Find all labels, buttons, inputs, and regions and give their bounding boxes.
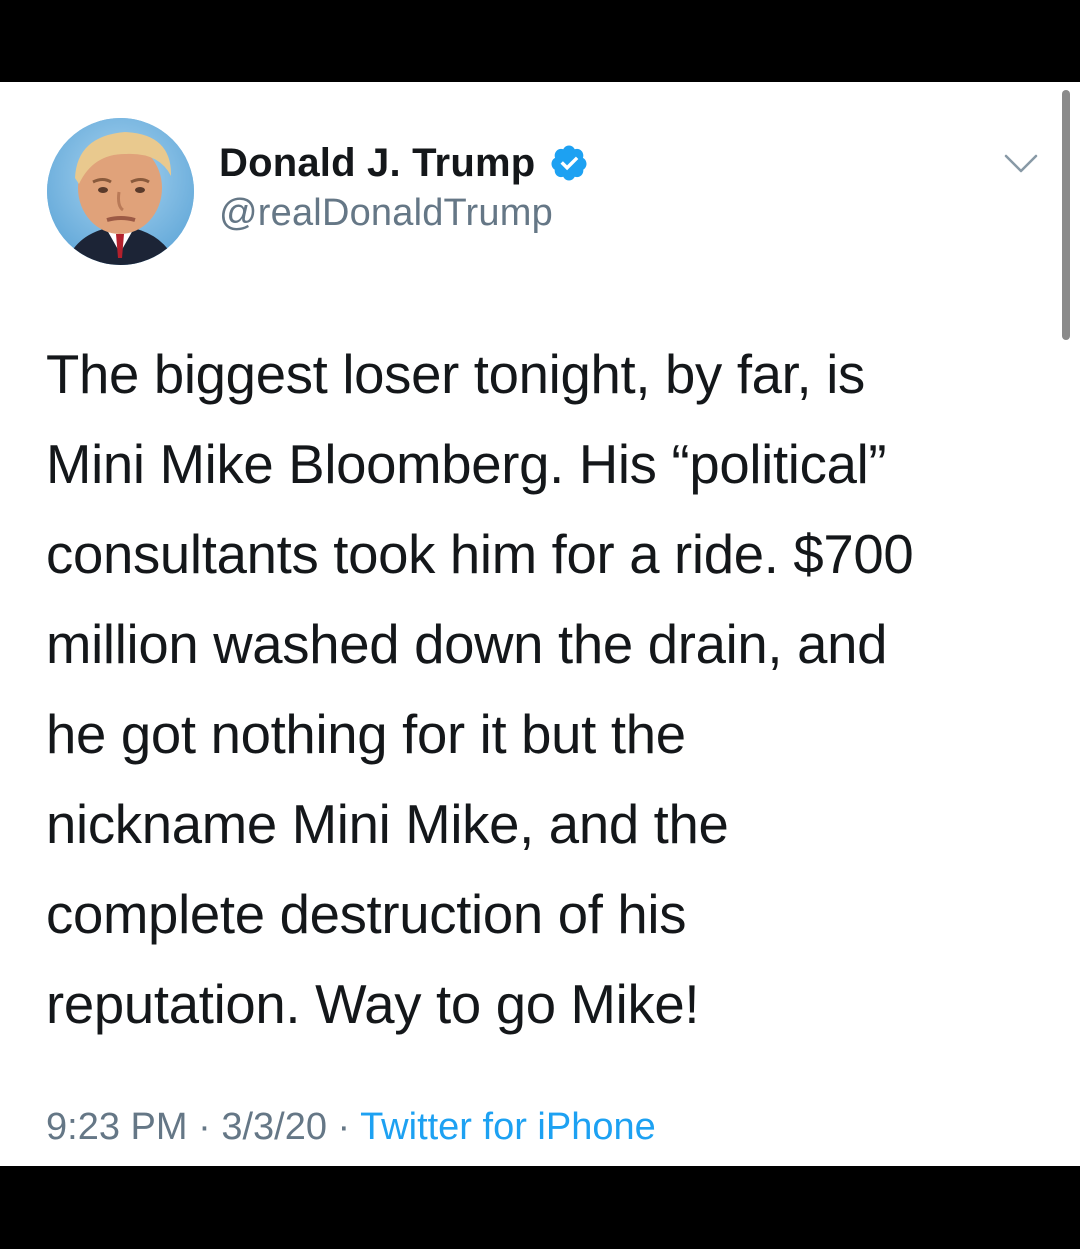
display-name[interactable]: Donald J. Trump (219, 141, 535, 186)
author-name-row[interactable]: Donald J. Trump (219, 140, 589, 186)
tweet-text-line: consultants took him for a ride. $700 (46, 524, 914, 585)
separator-dot: · (337, 1106, 351, 1148)
tweet-text-line: complete destruction of his (46, 884, 687, 945)
tweet-text-line: Mini Mike Bloomberg. His “political” (46, 434, 887, 495)
tweet-text-line: he got nothing for it but the (46, 704, 686, 765)
tweet-source-link[interactable]: Twitter for iPhone (360, 1106, 656, 1148)
tweet-text-line: million washed down the drain, and (46, 614, 888, 675)
tweet-text-line: nickname Mini Mike, and the (46, 794, 729, 855)
avatar[interactable] (47, 118, 194, 265)
user-handle[interactable]: @realDonaldTrump (219, 192, 553, 235)
tweet-text-line: reputation. Way to go Mike! (46, 974, 700, 1035)
tweet-metadata: 9:23 PM · 3/3/20 · Twitter for iPhone (46, 1106, 656, 1149)
tweet-text-line: The biggest loser tonight, by far, is (46, 344, 865, 405)
bottom-black-bar (0, 1166, 1080, 1249)
tweet-text: The biggest loser tonight, by far, is Mi… (46, 330, 1046, 1050)
verified-badge-icon (549, 143, 589, 183)
tweet-time[interactable]: 9:23 PM (46, 1106, 188, 1148)
chevron-down-icon[interactable] (1003, 152, 1039, 176)
tweet-date[interactable]: 3/3/20 (221, 1106, 327, 1148)
scrollbar[interactable] (1062, 90, 1070, 340)
top-black-bar (0, 0, 1080, 82)
tweet-card: Donald J. Trump @realDonaldTrump The big… (0, 82, 1080, 1166)
separator-dot: · (198, 1106, 211, 1148)
